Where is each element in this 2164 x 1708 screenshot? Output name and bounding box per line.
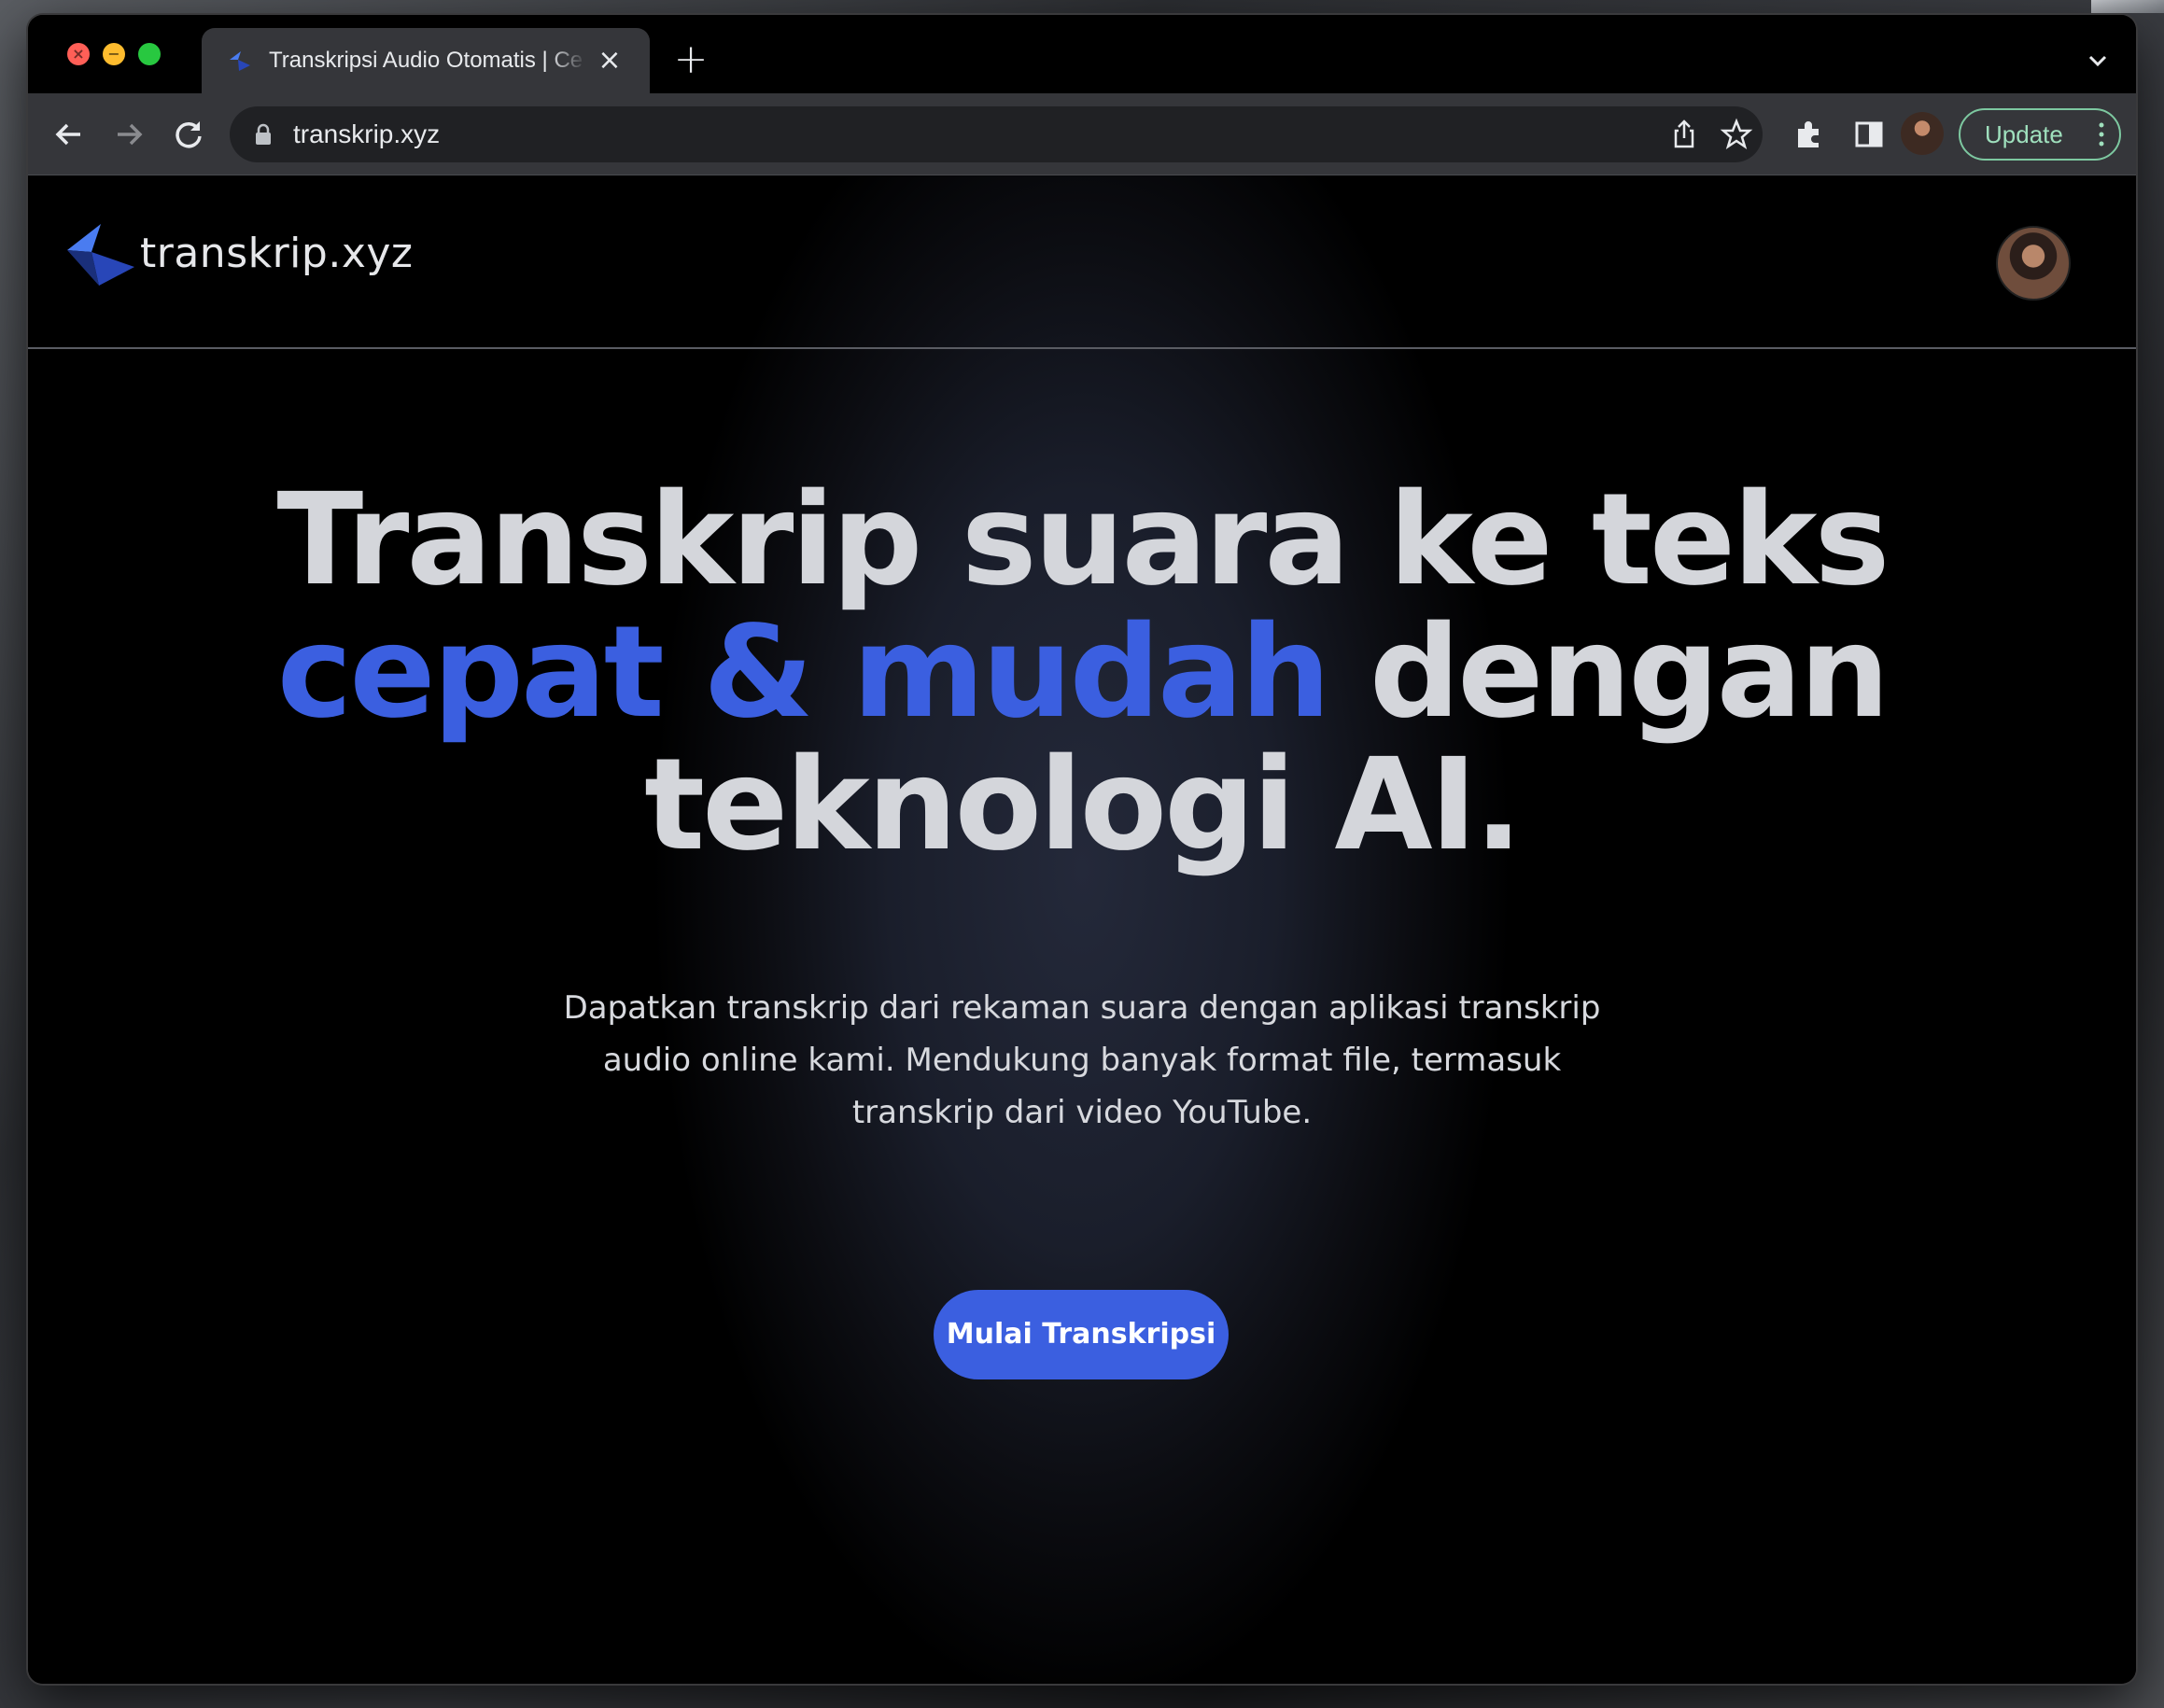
tab-close-button[interactable]: ×: [594, 45, 625, 77]
hero-title-line3: teknologi AI.: [644, 732, 1523, 879]
site-header: transkrip.xyz: [28, 175, 2136, 349]
start-transcription-button[interactable]: Mulai Transkripsi: [934, 1290, 1229, 1379]
extensions-icon[interactable]: [1789, 114, 1830, 155]
back-arrow-icon[interactable]: [49, 114, 90, 155]
window-maximize-button[interactable]: [138, 43, 161, 65]
share-icon[interactable]: [1667, 118, 1701, 151]
site-logo-text[interactable]: transkrip.xyz: [140, 230, 414, 277]
url-text: transkrip.xyz: [293, 119, 441, 148]
window-minimize-button[interactable]: −: [103, 43, 125, 65]
browser-profile-avatar[interactable]: [1901, 112, 1944, 155]
web-page: transkrip.xyz Transkrip suara ke teks ce…: [28, 175, 2136, 1684]
window-close-button[interactable]: ×: [67, 43, 90, 65]
logo-icon[interactable]: [67, 224, 134, 286]
address-bar[interactable]: transkrip.xyz: [230, 106, 1763, 162]
hero-title-line2-rest: dengan: [1328, 599, 1890, 747]
star-icon[interactable]: [1720, 118, 1753, 151]
tab-title: Transkripsi Audio Otomatis | Ce: [269, 48, 583, 73]
browser-tab-active[interactable]: Transkripsi Audio Otomatis | Ce ×: [202, 28, 650, 93]
user-avatar[interactable]: [1996, 226, 2071, 301]
side-panel-icon[interactable]: [1848, 114, 1890, 155]
lock-icon: [256, 123, 271, 145]
update-label: Update: [1985, 120, 2063, 148]
minimize-icon: −: [107, 45, 120, 63]
new-tab-button[interactable]: +: [672, 39, 710, 80]
hero-title-accent: cepat & mudah: [276, 599, 1331, 747]
tab-strip: × − Transkripsi Audio Otomatis | Ce × +: [28, 15, 2136, 93]
hero-title-line1: Transkrip suara ke teks: [276, 467, 1890, 614]
site-favicon-icon: [230, 51, 250, 71]
chevron-down-icon[interactable]: [2084, 47, 2112, 75]
browser-window: × − Transkripsi Audio Otomatis | Ce × +: [28, 15, 2136, 1684]
update-button[interactable]: Update: [1959, 108, 2121, 161]
close-icon: ×: [72, 45, 85, 63]
reload-icon[interactable]: [168, 114, 209, 155]
browser-toolbar: transkrip.xyz Update: [28, 93, 2136, 175]
hero-title: Transkrip suara ke teks cepat & mudah de…: [28, 474, 2136, 872]
desktop-background-shard: [2091, 0, 2164, 13]
hero-subtitle: Dapatkan transkrip dari rekaman suara de…: [563, 989, 1601, 1131]
kebab-menu-icon: [2099, 122, 2104, 147]
forward-arrow-icon[interactable]: [108, 114, 149, 155]
